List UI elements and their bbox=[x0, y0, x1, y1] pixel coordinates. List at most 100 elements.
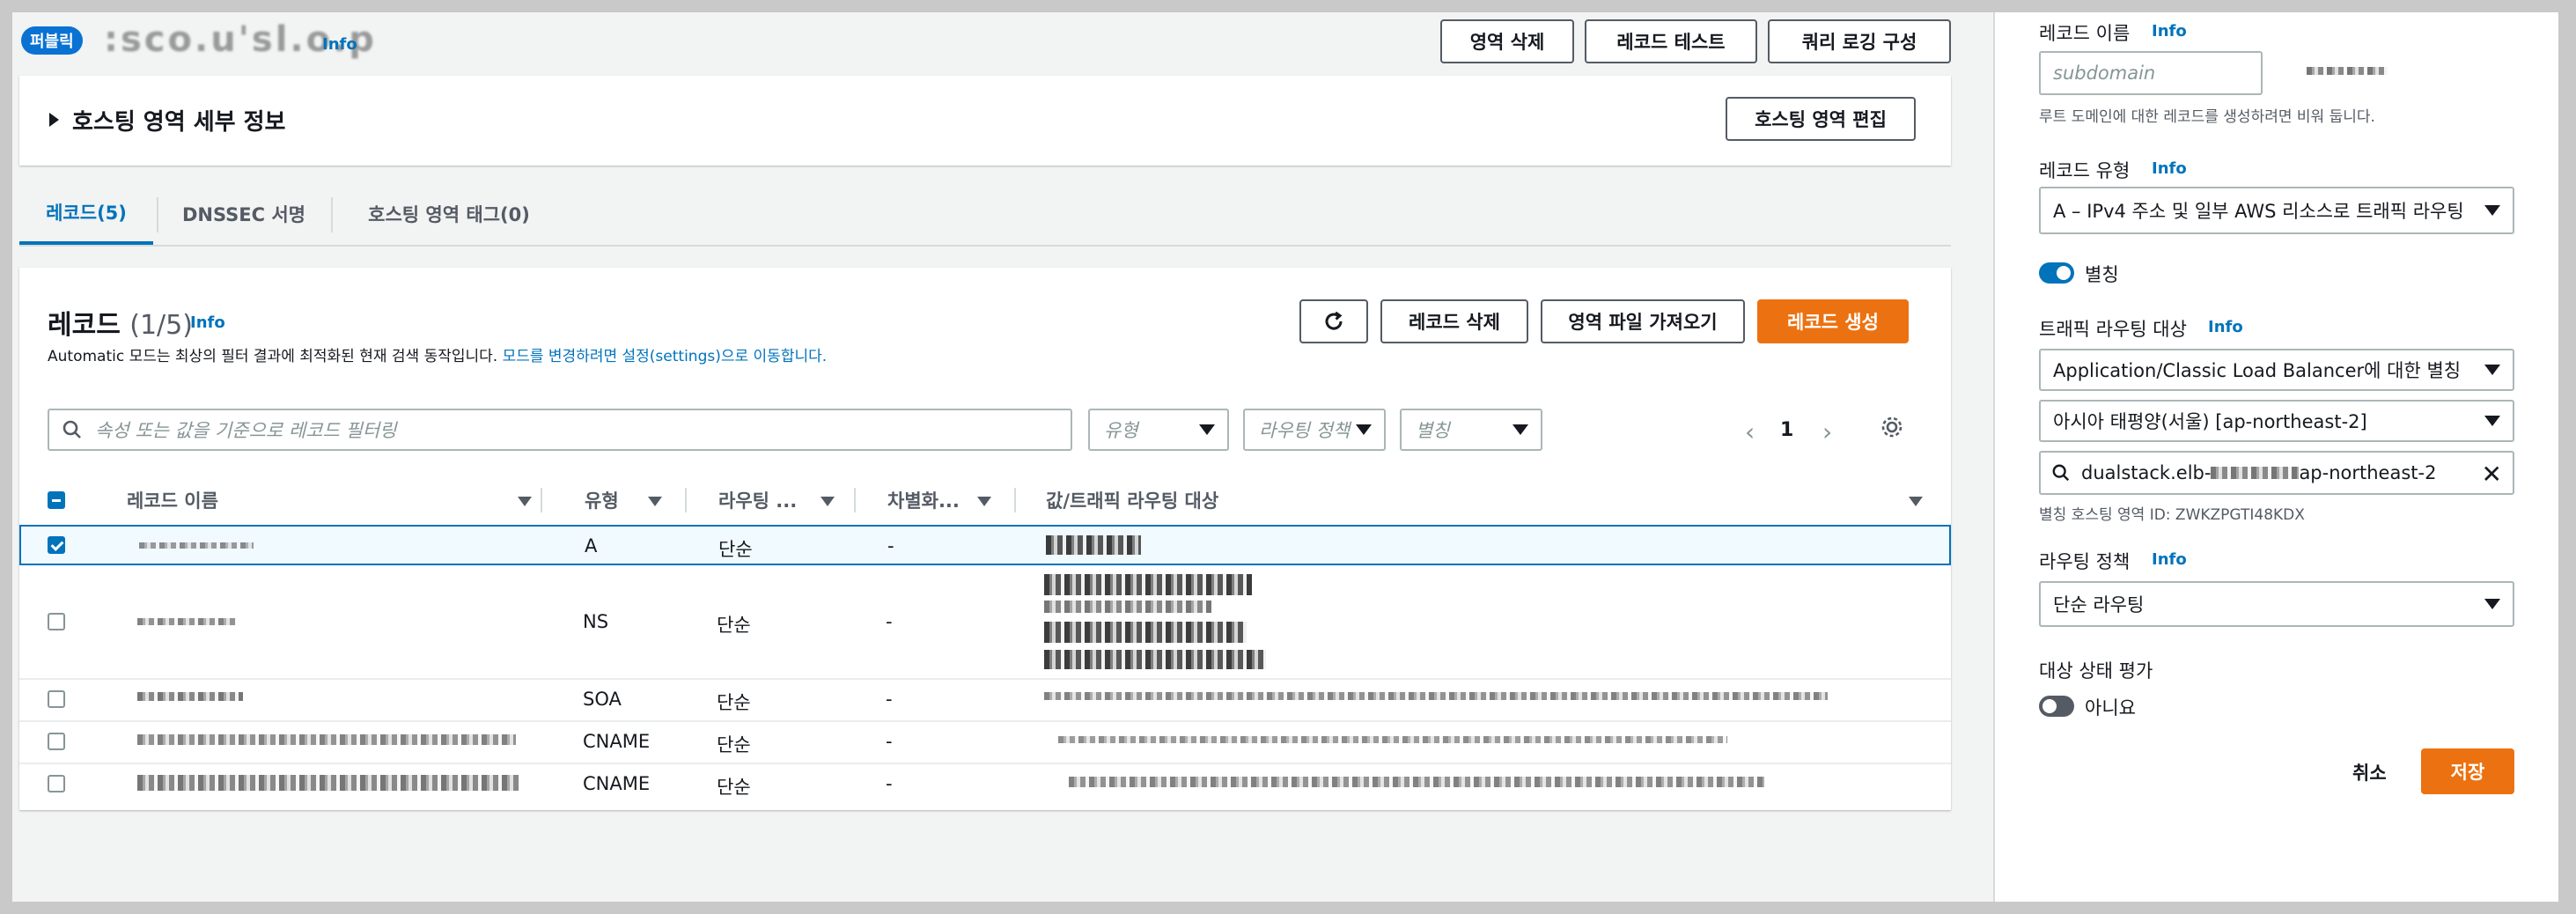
record-name-info-link[interactable]: Info bbox=[2152, 22, 2187, 41]
record-routing: 단순 bbox=[717, 615, 751, 636]
region-select[interactable]: 아시아 태평양(서울) [ap-northeast-2] bbox=[2039, 400, 2514, 442]
column-divider bbox=[1014, 488, 1016, 512]
records-search-input[interactable]: 속성 또는 값을 기준으로 레코드 필터링 bbox=[48, 409, 1072, 451]
tab-divider bbox=[331, 197, 333, 232]
edit-zone-button[interactable]: 호스팅 영역 편집 bbox=[1726, 97, 1916, 141]
record-type: NS bbox=[583, 611, 609, 632]
select-all-checkbox[interactable] bbox=[48, 491, 65, 509]
import-zone-file-button[interactable]: 영역 파일 가져오기 bbox=[1541, 299, 1745, 343]
sort-icon[interactable] bbox=[648, 497, 662, 506]
zone-info-link[interactable]: Info bbox=[322, 35, 357, 54]
tab-dnssec[interactable]: DNSSEC 서명 bbox=[160, 183, 328, 245]
record-differentiator: - bbox=[886, 689, 893, 710]
records-description: Automatic 모드는 최상의 필터 결과에 최적화된 현재 검색 동작입니… bbox=[48, 348, 828, 365]
main-content: 퍼블릭 :sco.u'sl.o.p Info 영역 삭제 레코드 테스트 쿼리 … bbox=[12, 12, 1993, 902]
record-routing: 단순 bbox=[718, 539, 753, 560]
load-balancer-search[interactable]: dualstack.elb- ap-northeast-2 ✕ bbox=[2039, 451, 2514, 495]
row-checkbox[interactable] bbox=[48, 690, 65, 708]
records-info-link[interactable]: Info bbox=[190, 313, 225, 332]
column-value[interactable]: 값/트래픽 라우팅 대상 bbox=[1046, 475, 1218, 525]
routing-filter-select[interactable]: 라우팅 정책 bbox=[1243, 409, 1386, 451]
tab-records[interactable]: 레코드(5) bbox=[19, 183, 153, 245]
column-type[interactable]: 유형 bbox=[585, 475, 619, 525]
query-logging-button[interactable]: 쿼리 로깅 구성 bbox=[1768, 19, 1951, 63]
table-row[interactable]: CNAME 단순 - bbox=[19, 720, 1951, 764]
domain-suffix-redacted bbox=[2307, 67, 2388, 75]
row-checkbox[interactable] bbox=[48, 613, 65, 630]
record-name-redacted bbox=[137, 734, 516, 745]
record-name-input[interactable]: subdomain bbox=[2039, 51, 2263, 95]
create-record-button[interactable]: 레코드 생성 bbox=[1757, 299, 1909, 343]
sort-icon[interactable] bbox=[518, 497, 532, 506]
health-check-value: 아니요 bbox=[2085, 697, 2136, 719]
record-value-redacted bbox=[1044, 574, 1252, 595]
tabs: 레코드(5) DNSSEC 서명 호스팅 영역 태그(0) bbox=[19, 183, 1951, 247]
health-check-label: 대상 상태 평가 bbox=[2039, 660, 2153, 682]
next-page-icon[interactable]: › bbox=[1822, 417, 1832, 446]
records-table: 레코드 이름 유형 라우팅 ... 차별화... 값/트래픽 라우팅 대상 A bbox=[19, 475, 1951, 810]
traffic-target-info-link[interactable]: Info bbox=[2208, 318, 2243, 336]
table-header: 레코드 이름 유형 라우팅 ... 차별화... 값/트래픽 라우팅 대상 bbox=[19, 475, 1951, 527]
table-row[interactable]: NS 단순 - bbox=[19, 565, 1951, 680]
public-badge: 퍼블릭 bbox=[21, 26, 83, 55]
record-routing: 단순 bbox=[717, 692, 751, 713]
record-differentiator: - bbox=[886, 773, 893, 794]
delete-zone-button[interactable]: 영역 삭제 bbox=[1440, 19, 1574, 63]
record-name-redacted bbox=[137, 775, 519, 791]
table-row[interactable]: CNAME 단순 - bbox=[19, 763, 1951, 805]
table-row[interactable]: A 단순 - bbox=[19, 525, 1951, 565]
alias-label: 별칭 bbox=[2085, 264, 2119, 285]
page-number[interactable]: 1 bbox=[1780, 419, 1793, 441]
clear-icon[interactable]: ✕ bbox=[2482, 460, 2502, 489]
row-checkbox[interactable] bbox=[48, 733, 65, 750]
zone-details-title[interactable]: 호스팅 영역 세부 정보 bbox=[72, 104, 285, 136]
test-record-button[interactable]: 레코드 테스트 bbox=[1585, 19, 1757, 63]
sort-icon[interactable] bbox=[977, 497, 991, 506]
type-filter-select[interactable]: 유형 bbox=[1088, 409, 1229, 451]
record-differentiator: - bbox=[887, 535, 894, 557]
expand-caret-icon[interactable] bbox=[49, 113, 59, 127]
record-value-redacted bbox=[1044, 622, 1247, 643]
sort-icon[interactable] bbox=[821, 497, 835, 506]
prev-page-icon[interactable]: ‹ bbox=[1745, 417, 1755, 446]
column-divider bbox=[685, 488, 687, 512]
save-button[interactable]: 저장 bbox=[2421, 748, 2514, 794]
column-differentiator[interactable]: 차별화... bbox=[887, 475, 960, 525]
record-name-redacted bbox=[137, 692, 243, 701]
record-type: SOA bbox=[583, 689, 622, 710]
alias-zone-id: 별칭 호스팅 영역 ID: ZWKZPGTI48KDX bbox=[2039, 506, 2305, 524]
table-row[interactable]: SOA 단순 - bbox=[19, 678, 1951, 722]
record-value-redacted bbox=[1069, 777, 1764, 787]
column-routing[interactable]: 라우팅 ... bbox=[718, 475, 797, 525]
record-value-redacted bbox=[1044, 650, 1266, 669]
settings-link[interactable]: 모드를 변경하려면 설정(settings)으로 이동합니다. bbox=[503, 348, 828, 365]
alias-filter-select[interactable]: 별칭 bbox=[1400, 409, 1542, 451]
alias-toggle[interactable] bbox=[2039, 262, 2074, 284]
lb-name-redacted bbox=[2211, 467, 2300, 479]
cancel-button[interactable]: 취소 bbox=[2352, 759, 2387, 785]
routing-policy-label: 라우팅 정책 bbox=[2039, 551, 2131, 572]
record-name-label: 레코드 이름 bbox=[2039, 23, 2131, 44]
settings-icon[interactable] bbox=[1879, 414, 1905, 444]
record-name-hint: 루트 도메인에 대한 레코드를 생성하려면 비워 둡니다. bbox=[2039, 108, 2375, 126]
records-panel: 레코드 (1/5) Info Automatic 모드는 최상의 필터 결과에 … bbox=[19, 268, 1951, 810]
routing-policy-info-link[interactable]: Info bbox=[2152, 550, 2187, 569]
sort-icon[interactable] bbox=[1909, 497, 1923, 506]
record-type-select[interactable]: A – IPv4 주소 및 일부 AWS 리소스로 트래픽 라우팅 bbox=[2039, 187, 2514, 234]
tab-zone-tags[interactable]: 호스팅 영역 태그(0) bbox=[335, 183, 563, 245]
record-type: CNAME bbox=[583, 731, 651, 752]
health-check-toggle[interactable] bbox=[2039, 696, 2074, 717]
column-record-name[interactable]: 레코드 이름 bbox=[127, 475, 218, 525]
delete-record-button[interactable]: 레코드 삭제 bbox=[1380, 299, 1528, 343]
endpoint-type-select[interactable]: Application/Classic Load Balancer에 대한 별칭 bbox=[2039, 349, 2514, 391]
tab-divider bbox=[157, 197, 158, 232]
record-routing: 단순 bbox=[717, 777, 751, 798]
row-checkbox[interactable] bbox=[48, 775, 65, 792]
refresh-button[interactable] bbox=[1299, 299, 1368, 343]
record-type: A bbox=[585, 535, 598, 557]
row-checkbox[interactable] bbox=[48, 536, 65, 554]
routing-policy-select[interactable]: 단순 라우팅 bbox=[2039, 581, 2514, 627]
record-differentiator: - bbox=[886, 731, 893, 752]
record-type-info-link[interactable]: Info bbox=[2152, 159, 2187, 178]
record-routing: 단순 bbox=[717, 734, 751, 756]
